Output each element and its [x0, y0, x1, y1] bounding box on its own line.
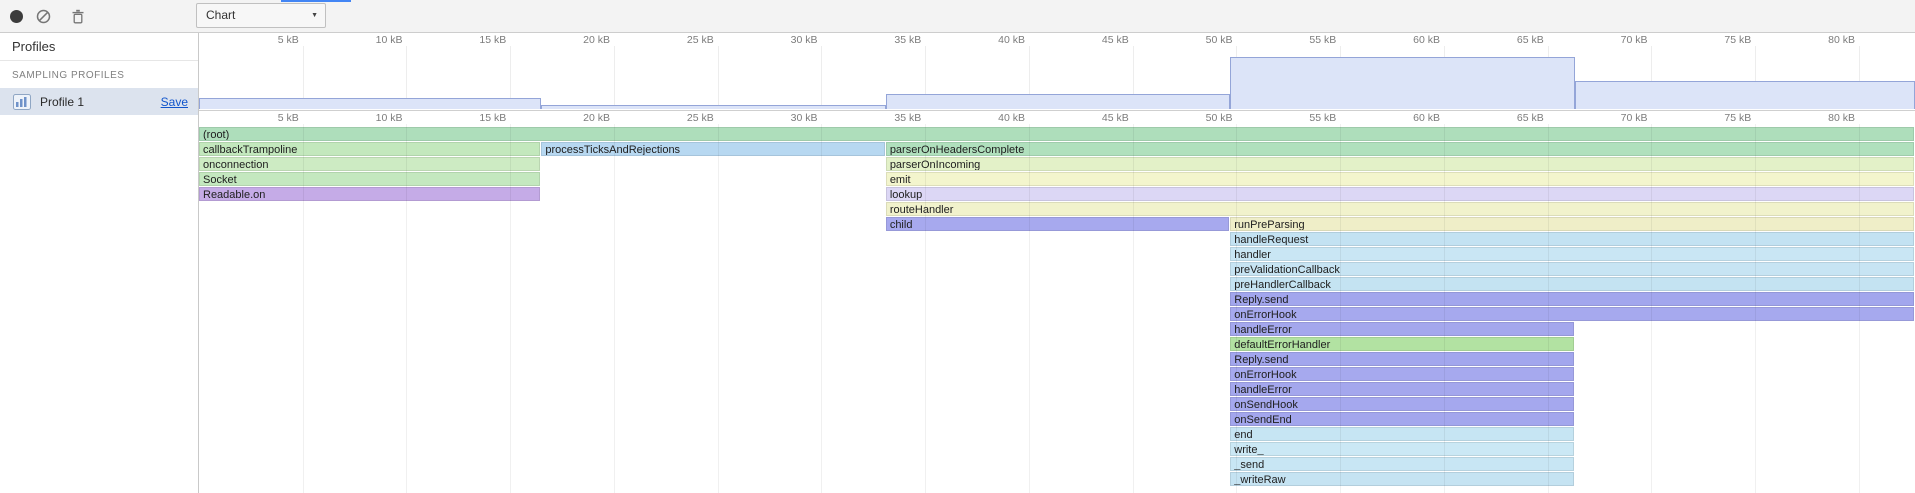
delete-profile-button[interactable] [65, 3, 91, 29]
flame-bar[interactable]: Readable.on [199, 187, 540, 201]
flame-bar[interactable]: parserOnHeadersComplete [886, 142, 1914, 156]
flame-bar[interactable]: onconnection [199, 157, 540, 171]
flame-bar[interactable]: callbackTrampoline [199, 142, 540, 156]
flame-bar[interactable]: handler [1230, 247, 1914, 261]
active-tab-indicator [281, 0, 351, 2]
overview-area-step [541, 105, 885, 109]
view-mode-value: Chart [206, 8, 235, 22]
profile-save-link[interactable]: Save [161, 95, 188, 109]
overview-area-step [199, 98, 541, 109]
trash-icon [71, 9, 85, 24]
chevron-down-icon: ▼ [311, 4, 318, 27]
chart-area: 5 kB10 kB15 kB20 kB25 kB30 kB35 kB40 kB4… [199, 33, 1915, 493]
flame-bar[interactable]: handleError [1230, 382, 1573, 396]
overview-area-step [886, 94, 1230, 109]
view-mode-select[interactable]: Chart ▼ [196, 3, 326, 28]
overview-area-step [1575, 81, 1915, 109]
block-icon [36, 9, 51, 24]
flame-bar[interactable]: preHandlerCallback [1230, 277, 1914, 291]
flame-bar[interactable]: preValidationCallback [1230, 262, 1914, 276]
flame-bar[interactable]: (root) [199, 127, 1914, 141]
overview-area-step [1230, 57, 1574, 109]
flame-bar[interactable]: onErrorHook [1230, 367, 1573, 381]
flame-bar[interactable]: Socket [199, 172, 540, 186]
record-button[interactable] [3, 3, 29, 29]
profile-name: Profile 1 [40, 95, 84, 109]
flame-bar[interactable]: onErrorHook [1230, 307, 1914, 321]
flame-bar[interactable]: Reply.send [1230, 352, 1573, 366]
record-icon [10, 10, 23, 23]
flame-bar[interactable]: onSendEnd [1230, 412, 1573, 426]
flame-bar[interactable]: end [1230, 427, 1573, 441]
flame-bar[interactable]: processTicksAndRejections [541, 142, 884, 156]
sidebar-header: Profiles [0, 33, 198, 61]
flame-bar[interactable]: onSendHook [1230, 397, 1573, 411]
clear-profiles-button[interactable] [30, 3, 56, 29]
flame-bar[interactable]: write_ [1230, 442, 1573, 456]
profile-row[interactable]: Profile 1 Save [0, 88, 198, 115]
flame-bar[interactable]: runPreParsing [1230, 217, 1914, 231]
sampling-profiles-section-title: SAMPLING PROFILES [0, 68, 198, 83]
memory-profiler-panel: Chart ▼ Profiles SAMPLING PROFILES Profi… [0, 0, 1915, 493]
flame-bar[interactable]: emit [886, 172, 1914, 186]
flame-bar[interactable]: child [886, 217, 1229, 231]
profile-icon [13, 94, 31, 110]
profiler-toolbar: Chart ▼ [0, 0, 1915, 33]
flame-bar[interactable]: handleError [1230, 322, 1573, 336]
flame-bar[interactable]: defaultErrorHandler [1230, 337, 1573, 351]
profiles-sidebar: Profiles SAMPLING PROFILES Profile 1 Sav… [0, 33, 199, 493]
flame-bar[interactable]: handleRequest [1230, 232, 1914, 246]
flame-bar[interactable]: _writeRaw [1230, 472, 1573, 486]
flame-bar[interactable]: routeHandler [886, 202, 1914, 216]
flame-bar[interactable]: lookup [886, 187, 1914, 201]
flame-bar[interactable]: Reply.send [1230, 292, 1914, 306]
flame-bar[interactable]: parserOnIncoming [886, 157, 1914, 171]
flame-bar[interactable]: _send [1230, 457, 1573, 471]
